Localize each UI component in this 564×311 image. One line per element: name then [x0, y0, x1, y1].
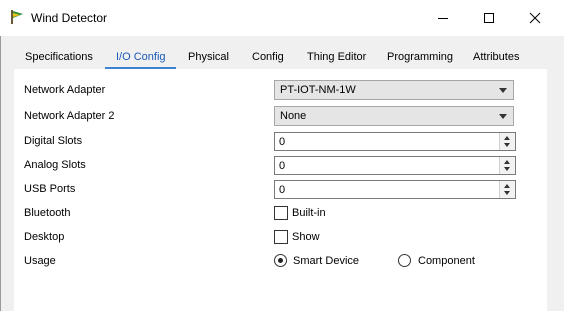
network-adapter-2-select[interactable]: None [274, 106, 514, 126]
analog-slots-spin-buttons[interactable] [499, 157, 515, 174]
usage-label: Usage [24, 255, 56, 267]
spin-up-icon[interactable] [504, 160, 510, 164]
tab-specifications[interactable]: Specifications [25, 51, 93, 63]
tab-physical[interactable]: Physical [188, 51, 229, 63]
wind-detector-icon [11, 10, 23, 24]
digital-slots-stepper[interactable]: 0 [274, 132, 516, 151]
usb-ports-value: 0 [279, 184, 286, 196]
usage-component-radio[interactable] [398, 254, 411, 267]
tab-io-config[interactable]: I/O Config [116, 51, 166, 63]
usb-ports-stepper[interactable]: 0 [274, 180, 516, 199]
tab-attributes[interactable]: Attributes [473, 51, 519, 63]
usb-ports-label: USB Ports [24, 183, 76, 195]
analog-slots-stepper[interactable]: 0 [274, 156, 516, 175]
desktop-label: Desktop [24, 231, 65, 243]
spin-up-icon[interactable] [504, 184, 510, 188]
close-button[interactable] [512, 0, 558, 36]
network-adapter-value: PT-IOT-NM-1W [280, 84, 356, 96]
title-bar[interactable]: Wind Detector [0, 0, 564, 36]
bluetooth-checkbox[interactable] [274, 206, 288, 220]
desktop-checkbox[interactable] [274, 230, 288, 244]
digital-slots-spin-buttons[interactable] [499, 133, 515, 150]
digital-slots-label: Digital Slots [24, 135, 83, 147]
usage-smart-device-radio[interactable] [274, 254, 287, 267]
network-adapter-2-label: Network Adapter 2 [24, 110, 115, 122]
usage-component-label[interactable]: Component [418, 255, 475, 267]
analog-slots-value: 0 [279, 160, 286, 172]
chevron-down-icon [499, 88, 507, 93]
window-title: Wind Detector [31, 11, 108, 25]
network-adapter-2-value: None [280, 110, 307, 122]
window-border [0, 36, 1, 311]
network-adapter-label: Network Adapter [24, 84, 106, 96]
tab-thing-editor[interactable]: Thing Editor [307, 51, 366, 63]
maximize-button[interactable] [466, 0, 512, 36]
minimize-icon [438, 18, 448, 19]
desktop-option-label[interactable]: Show [292, 231, 320, 243]
analog-slots-label: Analog Slots [24, 159, 86, 171]
close-icon [529, 12, 541, 24]
bluetooth-label: Bluetooth [24, 207, 71, 219]
network-adapter-select[interactable]: PT-IOT-NM-1W [274, 80, 514, 100]
dialog-client-area: Specifications I/O Config Physical Confi… [0, 36, 564, 311]
spin-down-icon[interactable] [504, 143, 510, 147]
usage-smart-device-label[interactable]: Smart Device [293, 255, 359, 267]
spin-down-icon[interactable] [504, 191, 510, 195]
tab-programming[interactable]: Programming [387, 51, 453, 63]
chevron-down-icon [499, 114, 507, 119]
spin-down-icon[interactable] [504, 167, 510, 171]
usb-ports-spin-buttons[interactable] [499, 181, 515, 198]
bluetooth-option-label[interactable]: Built-in [292, 207, 326, 219]
minimize-button[interactable] [420, 0, 466, 36]
spin-up-icon[interactable] [504, 136, 510, 140]
tab-config[interactable]: Config [252, 51, 284, 63]
radio-selected-dot [278, 258, 283, 263]
maximize-icon [484, 13, 494, 23]
digital-slots-value: 0 [279, 136, 286, 148]
